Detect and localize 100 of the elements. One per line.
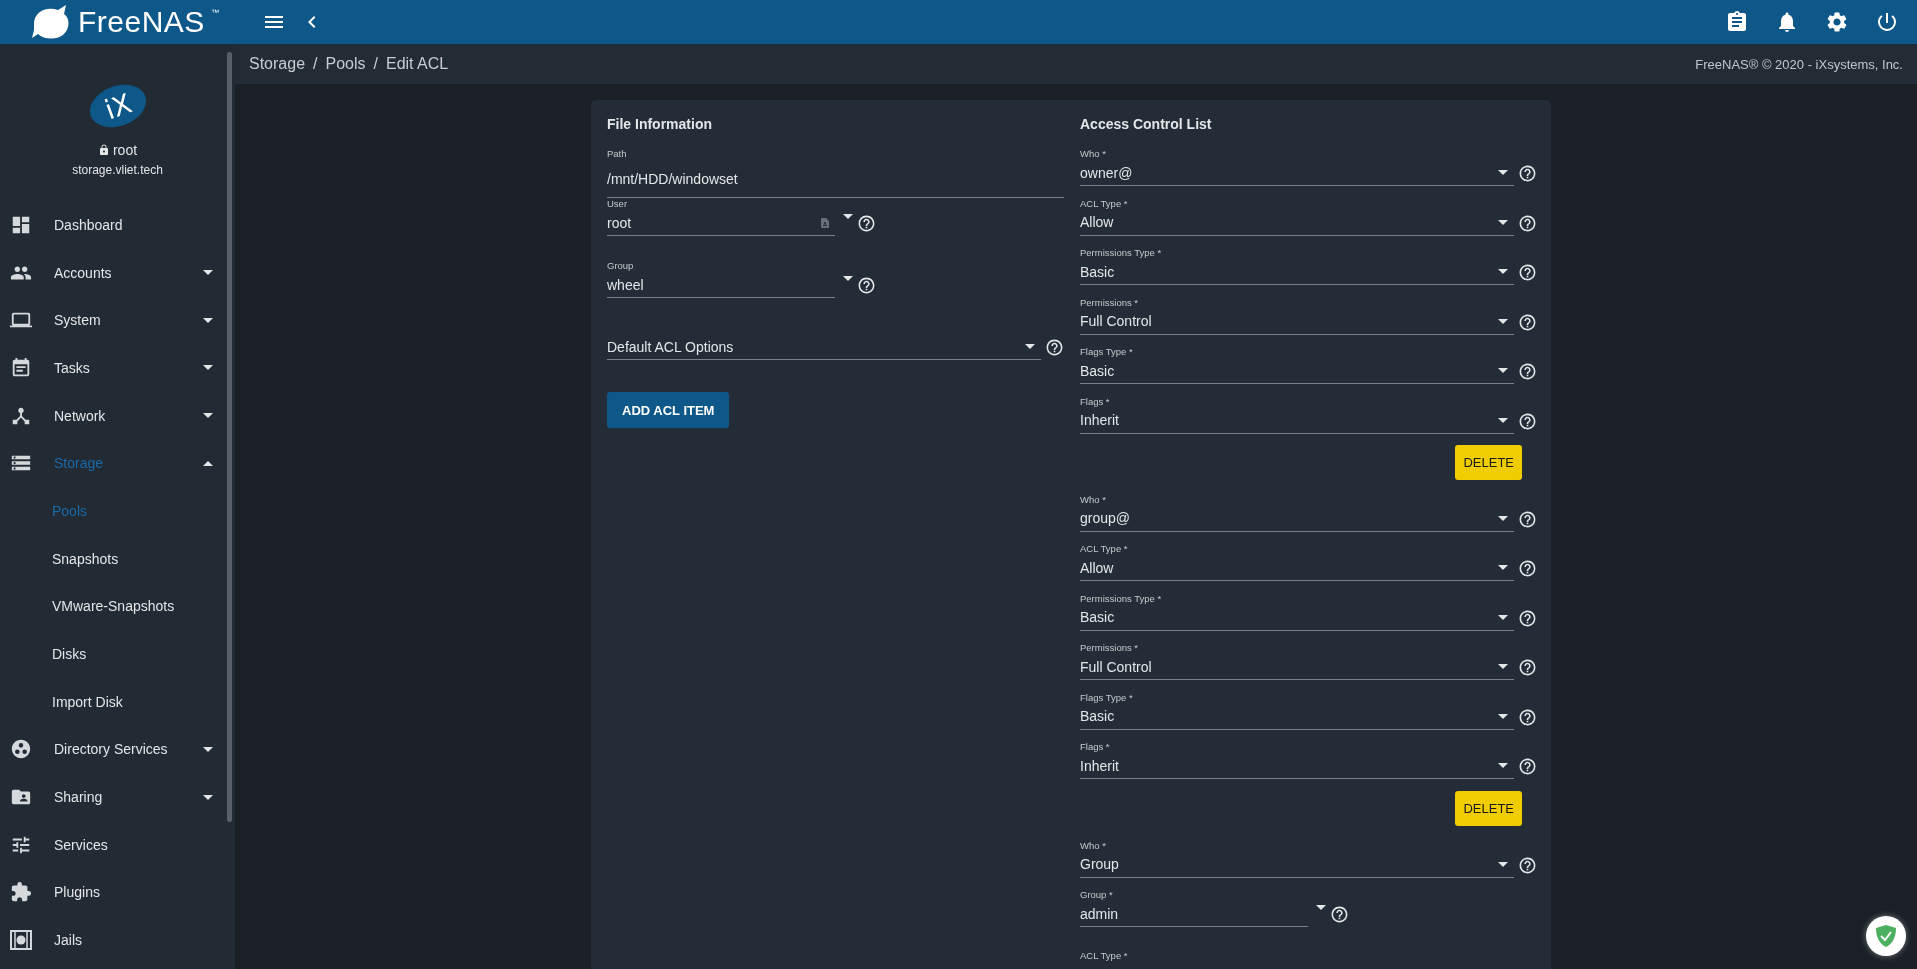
text-field[interactable]: /mnt/HDD/windowset [607, 160, 1064, 198]
field-label: Flags * [1080, 395, 1111, 408]
lock-icon [97, 144, 110, 156]
nav-item[interactable]: Dashboard [0, 201, 235, 249]
select-field[interactable]: Full Control [1080, 308, 1514, 335]
calendar-icon [10, 356, 32, 379]
nav-item[interactable]: Sharing [0, 773, 235, 821]
field-label: ACL Type * [1080, 543, 1129, 556]
field-label: Flags Type * [1080, 691, 1134, 704]
username: root [112, 142, 138, 158]
help-icon[interactable] [1518, 559, 1537, 579]
caret-icon [203, 365, 213, 371]
nav-subitem[interactable]: Import Disk [0, 677, 235, 726]
contact-card-icon [819, 216, 831, 229]
nav-item[interactable]: Network [0, 391, 235, 440]
caret-icon [1498, 713, 1508, 719]
select-field[interactable]: Allow [1080, 209, 1514, 236]
select-field[interactable]: Inherit [1080, 407, 1514, 434]
select-field[interactable]: Inherit [1080, 753, 1514, 780]
caret-icon [1498, 219, 1508, 225]
field-label: Permissions * [1080, 296, 1140, 309]
combo-field[interactable]: root [607, 210, 835, 236]
delete-button[interactable]: DELETE [1455, 445, 1522, 480]
clipboard-icon[interactable] [1725, 10, 1749, 34]
copyright: FreeNAS® © 2020 - iXsystems, Inc. [1695, 56, 1903, 72]
caret-icon [1498, 763, 1508, 769]
select-field[interactable]: owner@ [1080, 160, 1514, 186]
scrollbar-thumb[interactable] [227, 52, 232, 822]
select-field[interactable]: Default ACL Options [607, 334, 1041, 360]
help-icon[interactable] [1518, 411, 1537, 431]
trademark: ™ [210, 8, 219, 17]
help-icon[interactable] [1518, 608, 1537, 628]
help-icon[interactable] [857, 214, 876, 233]
help-icon[interactable] [1518, 213, 1537, 233]
caret-icon [203, 794, 213, 800]
select-field[interactable]: Basic [1080, 703, 1514, 730]
caret-icon[interactable] [843, 214, 853, 219]
add-acl-item-button[interactable]: ADD ACL ITEM [607, 392, 730, 428]
caret-icon [1498, 318, 1508, 324]
field-label: Flags * [1080, 741, 1111, 754]
caret-icon[interactable] [1316, 905, 1326, 911]
section-title: File Information [607, 116, 713, 132]
caret-icon [203, 460, 213, 466]
help-icon[interactable] [1045, 338, 1064, 357]
select-field[interactable]: Basic [1080, 604, 1514, 631]
nav-subitem[interactable]: Snapshots [0, 534, 235, 583]
nav-item[interactable]: Jails [0, 916, 235, 964]
caret-icon [203, 270, 213, 276]
shield-badge[interactable] [1866, 916, 1906, 956]
breadcrumb-link[interactable]: Pools [325, 55, 366, 73]
help-icon[interactable] [1518, 362, 1537, 381]
field-label: Group * [1080, 889, 1114, 902]
help-icon[interactable] [1330, 905, 1349, 925]
caret-icon[interactable] [843, 276, 853, 281]
help-icon[interactable] [1518, 707, 1537, 727]
caret-icon [1498, 664, 1508, 670]
caret-icon [1498, 565, 1508, 571]
combo-field[interactable]: wheel [607, 272, 835, 298]
breadcrumb-link[interactable]: Edit ACL [386, 55, 449, 73]
field-label: Permissions * [1080, 642, 1140, 655]
nav-item[interactable]: Accounts [0, 248, 235, 297]
help-icon[interactable] [1518, 509, 1537, 529]
select-field[interactable]: Basic [1080, 358, 1514, 384]
nav-subitem[interactable]: VMware-Snapshots [0, 582, 235, 631]
select-field[interactable]: Allow [1080, 555, 1514, 582]
nav-item[interactable]: Directory Services [0, 725, 235, 774]
power-icon[interactable] [1875, 10, 1899, 34]
caret-icon [1498, 861, 1508, 867]
help-icon[interactable] [1518, 263, 1537, 282]
nav-subitem[interactable]: Disks [0, 630, 235, 678]
help-icon[interactable] [1518, 312, 1537, 332]
field-label: User [607, 198, 629, 210]
select-field[interactable]: Group [1080, 851, 1514, 878]
nav-item[interactable]: Plugins [0, 868, 235, 917]
hostname: storage.vliet.tech [72, 163, 163, 177]
caret-icon [1498, 417, 1508, 423]
breadcrumb-link[interactable]: Storage [249, 55, 306, 73]
help-icon[interactable] [1518, 855, 1537, 875]
select-field[interactable]: Full Control [1080, 654, 1514, 681]
caret-icon [203, 317, 213, 323]
combo-field[interactable]: admin [1080, 901, 1308, 928]
section-title: Access Control List [1080, 116, 1213, 132]
caret-icon [1498, 269, 1508, 274]
shield-check-icon [1875, 924, 1897, 948]
help-icon[interactable] [1518, 757, 1537, 777]
nav-item[interactable]: System [0, 296, 235, 345]
help-icon[interactable] [1518, 164, 1537, 183]
help-icon[interactable] [1518, 658, 1537, 678]
settings-icon[interactable] [1825, 10, 1849, 34]
field-label: Who * [1080, 493, 1107, 506]
delete-button[interactable]: DELETE [1455, 790, 1522, 826]
field-label: Permissions Type * [1080, 247, 1163, 259]
caret-icon [203, 746, 213, 752]
select-field[interactable]: Basic [1080, 259, 1514, 285]
select-field[interactable]: group@ [1080, 505, 1514, 532]
breadcrumb-separator: / [313, 55, 318, 73]
nav-item[interactable]: Tasks [0, 344, 235, 392]
caret-icon [1498, 614, 1508, 620]
nav-item[interactable]: Services [0, 820, 235, 869]
help-icon[interactable] [857, 276, 876, 295]
